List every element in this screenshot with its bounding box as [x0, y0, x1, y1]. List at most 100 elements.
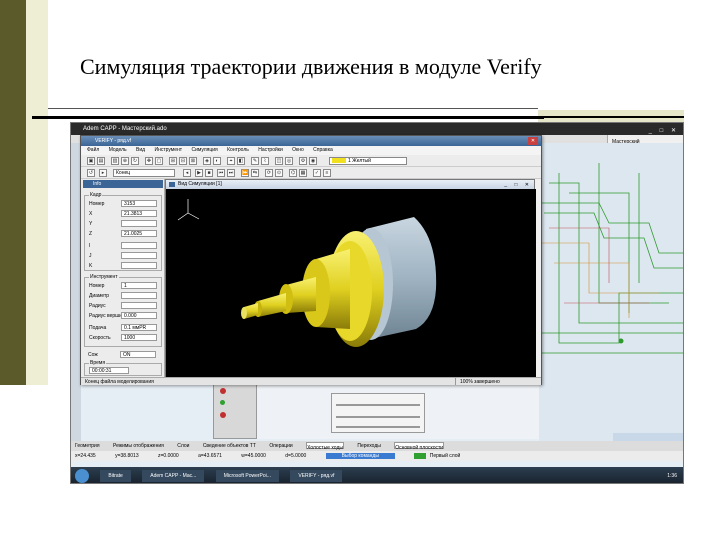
taskbar-item-1[interactable]: Bitrate [100, 469, 131, 482]
view-icon[interactable]: ▥ [111, 157, 119, 165]
tool-icon[interactable]: ✎ [251, 157, 259, 165]
cad-workarea[interactable] [539, 143, 683, 443]
tool-show-icon[interactable]: ⌬ [289, 169, 297, 177]
gouge-icon[interactable]: ◎ [285, 157, 293, 165]
red-status-icon[interactable] [220, 388, 226, 394]
menu-control[interactable]: Контроль [227, 147, 249, 153]
z-row: Z 21.0025 [87, 230, 161, 238]
menu-view[interactable]: Вид [136, 147, 145, 153]
open-icon[interactable]: ▣ [87, 157, 95, 165]
taskbar-clock: 1:36 [667, 473, 677, 479]
color-select[interactable]: 1 Желтый [329, 157, 407, 165]
report-icon[interactable]: ≡ [323, 169, 331, 177]
taskbar-item-3[interactable]: Microsoft PowerPoi... [215, 469, 279, 482]
verify-statusbar: Конец файла моделирования 100% завершено [81, 377, 541, 385]
slide-rule-thin [48, 108, 538, 109]
operation-select[interactable]: Холостые ходы [306, 442, 344, 451]
coord-a: a=43.6571 [198, 453, 222, 459]
coolant-row: Сож ON [86, 351, 160, 359]
color-icon[interactable]: ◉ [309, 157, 317, 165]
close-icon[interactable]: ✕ [528, 137, 538, 145]
transition-label: Переходы [357, 443, 381, 449]
green-status-icon[interactable] [220, 400, 225, 405]
x-label: X [89, 211, 93, 217]
shade-icon[interactable]: ◐ [213, 157, 221, 165]
view-modes-label[interactable]: Режимы отображения [113, 443, 164, 449]
speed-icon[interactable]: ⇆ [251, 169, 259, 177]
front-view-icon[interactable]: ⊞ [169, 157, 177, 165]
turn-icon[interactable]: ⟳ [265, 169, 273, 177]
j-label: J [89, 253, 92, 259]
radius-row: Радиус [87, 302, 161, 310]
stock-icon[interactable]: ▦ [299, 169, 307, 177]
red-status-icon-2[interactable] [220, 412, 226, 418]
select-command-prompt: Выбор команды [325, 453, 395, 459]
coord-x: x=24.435 [75, 453, 96, 459]
step-icon[interactable]: ▸ [99, 169, 107, 177]
current-layer[interactable]: Первый слой [430, 453, 461, 459]
bottom-toolbar: Геометрия Режимы отображения Слои Сведен… [71, 441, 683, 451]
reset-icon[interactable]: ↺ [87, 169, 95, 177]
menu-tool[interactable]: Инструмент [154, 147, 182, 153]
layers-label[interactable]: Слои [177, 443, 189, 449]
speed-field: 1000 [121, 334, 157, 341]
mode-select[interactable]: Конец [113, 169, 175, 177]
check-icon[interactable]: ✓ [313, 169, 321, 177]
info-panel-title: Info [83, 180, 163, 188]
start-button[interactable] [75, 468, 89, 483]
select-objects-label[interactable]: Сведение объектов ТТ [203, 443, 256, 449]
frame-number-field: 3153 [121, 200, 157, 207]
menu-window[interactable]: Окно [292, 147, 304, 153]
pan-icon[interactable]: ✥ [145, 157, 153, 165]
fit-icon[interactable]: ▢ [155, 157, 163, 165]
options-icon[interactable]: ⚙ [299, 157, 307, 165]
stop-icon[interactable]: ■ [205, 169, 213, 177]
compare-icon[interactable]: ◫ [275, 157, 283, 165]
menu-settings[interactable]: Настройки [258, 147, 283, 153]
center-icon[interactable]: ⊙ [275, 169, 283, 177]
diameter-row: Диаметр [87, 292, 161, 300]
menu-simulation[interactable]: Симуляция [191, 147, 217, 153]
verify-menubar: Файл Модель Вид Инструмент Симуляция Кон… [81, 146, 541, 155]
path-icon[interactable]: ⌇ [261, 157, 269, 165]
top-view-icon[interactable]: ⊟ [179, 157, 187, 165]
info-panel: Info Кадр Номер 3153 X 21.3813 Y Z 21.00 [81, 179, 165, 377]
step-forward-icon[interactable]: ⏭ [227, 169, 235, 177]
j-row: J [87, 252, 161, 260]
side-view-icon[interactable]: ⊠ [189, 157, 197, 165]
taskbar-item-2[interactable]: Adem CAPP - Мас... [142, 469, 205, 482]
taskbar-item-4[interactable]: VERIFY - ряд.vf [290, 469, 343, 482]
geometry-label[interactable]: Геометрия [75, 443, 100, 449]
coolant-field: ON [120, 351, 156, 358]
menu-model[interactable]: Модель [109, 147, 127, 153]
measure-icon[interactable]: ⌖ [227, 157, 235, 165]
menu-help[interactable]: Справка [313, 147, 333, 153]
save-icon[interactable]: ▤ [97, 157, 105, 165]
slide-title: Симуляция траектории движения в модуле V… [80, 54, 542, 79]
menu-file[interactable]: Файл [87, 147, 99, 153]
k-field [121, 262, 157, 269]
corner-radius-field: 0.000 [121, 312, 157, 319]
color-select-value: 1 Желтый [348, 158, 371, 164]
fast-forward-icon[interactable]: ⏩ [241, 169, 249, 177]
radius-label: Радиус [89, 303, 106, 309]
step-back-icon[interactable]: ⏮ [217, 169, 225, 177]
verify-toolbar-2: ↺ ▸ Конец ◂ ▶ ■ ⏮ ⏭ ⏩ ⇆ ⟳ ⊙ ⌬ ▦ ✓ ≡ [81, 167, 541, 179]
coolant-label: Сож [88, 352, 98, 358]
rewind-icon[interactable]: ◂ [183, 169, 191, 177]
iso-view-icon[interactable]: ◈ [203, 157, 211, 165]
color-swatch [332, 158, 346, 164]
simulation-canvas[interactable] [166, 189, 536, 378]
play-icon[interactable]: ▶ [195, 169, 203, 177]
simulation-view-titlebar[interactable]: Вид Симуляции [1] _ □ ✕ [166, 180, 534, 189]
j-field [121, 252, 157, 259]
section-icon[interactable]: ◧ [237, 157, 245, 165]
k-row: K [87, 262, 161, 270]
tool-number-row: Номер 1 [87, 282, 161, 290]
rotate-icon[interactable]: ↻ [131, 157, 139, 165]
radius-field [121, 302, 157, 309]
coord-w: w=45.0000 [241, 453, 266, 459]
transition-select[interactable]: Основной плоскости [394, 442, 445, 451]
verify-titlebar[interactable]: VERIFY - ряд.vf ✕ [81, 136, 541, 146]
zoom-icon[interactable]: ⊕ [121, 157, 129, 165]
